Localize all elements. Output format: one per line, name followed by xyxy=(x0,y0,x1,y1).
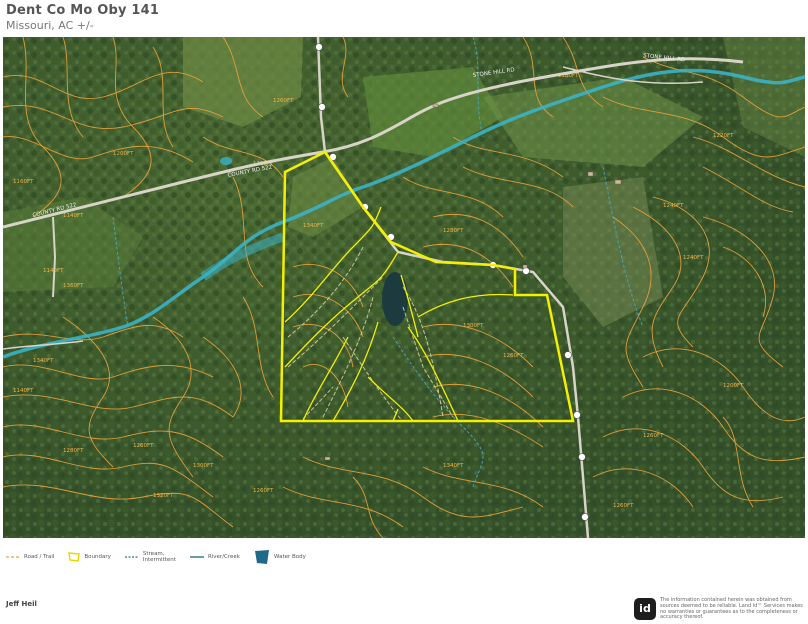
contour-label: 1280FT xyxy=(63,448,84,454)
legend-label: Boundary xyxy=(84,554,111,560)
legend-label: Road / Trail xyxy=(24,554,55,560)
contour-label: 1200FT xyxy=(723,383,744,389)
contour-label: 1340FT xyxy=(443,463,464,469)
contour-label: 1260FT xyxy=(133,443,154,449)
legend-item-stream-intermittent: Stream, Intermittent xyxy=(124,551,176,563)
contour-label: 1260FT xyxy=(253,488,274,494)
contour-label: 1300FT xyxy=(463,323,484,329)
legend-item-river-creek: River/Creek xyxy=(189,554,240,560)
contour-label: 1300FT xyxy=(193,463,214,469)
dashed-blue-line-icon xyxy=(124,556,139,558)
map-canvas[interactable]: 1200FT 1140FT 1160FT 1180FT 1180FT 1220F… xyxy=(3,37,805,538)
pond xyxy=(382,272,408,326)
legend-label: River/Creek xyxy=(207,554,240,560)
blue-line-icon xyxy=(189,556,204,558)
map-legend: Road / Trail Boundary Stream, Intermitten… xyxy=(6,546,320,568)
contour-label: 1200FT xyxy=(113,151,134,157)
contour-label: 1240FT xyxy=(663,203,684,209)
contour-label: 1340FT xyxy=(303,223,324,229)
disclaimer-text: The information contained herein was obt… xyxy=(660,597,803,621)
contour-label: 1360FT xyxy=(63,283,84,289)
contour-label: 1280FT xyxy=(443,228,464,234)
contour-label: 1220FT xyxy=(713,133,734,139)
legend-label: Water Body xyxy=(273,554,306,560)
contour-label: 1140FT xyxy=(63,213,84,219)
contour-label: 1160FT xyxy=(13,179,34,185)
legend-label-line2: Intermittent xyxy=(142,557,176,563)
contour-label: 1260FT xyxy=(503,353,524,359)
contour-label: 1320FT xyxy=(153,493,174,499)
legend-item-boundary: Boundary xyxy=(68,552,111,562)
map-subtitle: Missouri, AC +/- xyxy=(6,19,94,32)
contour-label: 1340FT xyxy=(33,358,54,364)
satellite-map[interactable]: 1200FT 1140FT 1160FT 1180FT 1180FT 1220F… xyxy=(3,37,805,538)
contour-label: 1260FT xyxy=(273,98,294,104)
yellow-polygon-icon xyxy=(68,552,81,562)
water-body-icon xyxy=(254,550,269,564)
legend-label-multiline: Stream, Intermittent xyxy=(143,551,176,563)
contour-label: 1260FT xyxy=(613,503,634,509)
small-pond xyxy=(220,157,232,165)
map-title: Dent Co Mo Oby 141 xyxy=(6,3,160,18)
contour-label: 1140FT xyxy=(13,388,34,394)
legend-item-water-body: Water Body xyxy=(254,549,306,565)
legend-item-road-trail: Road / Trail xyxy=(6,554,54,560)
contour-label: 1240FT xyxy=(683,255,704,261)
contour-label: 1260FT xyxy=(643,433,664,439)
land-id-logo: id xyxy=(634,598,656,620)
agent-name: Jeff Heil xyxy=(6,600,37,608)
dashed-orange-line-icon xyxy=(6,556,20,558)
